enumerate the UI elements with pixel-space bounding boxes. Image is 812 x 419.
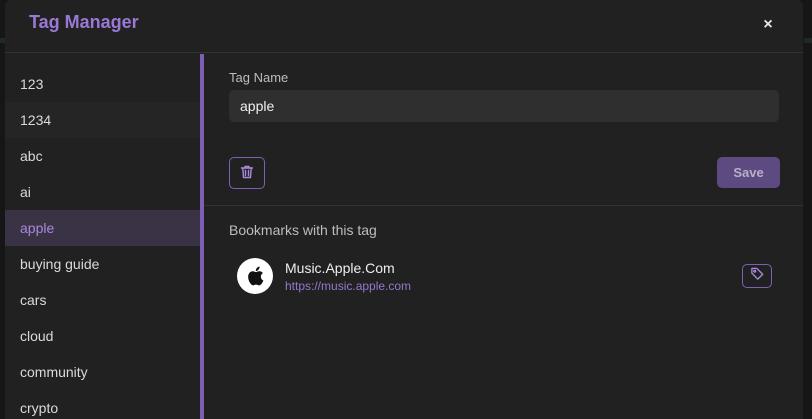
bookmark-item[interactable]: Music.Apple.Com https://music.apple.com <box>229 252 779 300</box>
backdrop-edge <box>804 38 812 43</box>
tag-list-item[interactable]: cars <box>5 282 200 318</box>
tag-list-item[interactable]: cloud <box>5 318 200 354</box>
tag-icon <box>750 266 765 286</box>
apple-logo-icon <box>237 258 273 294</box>
bookmarks-section-title: Bookmarks with this tag <box>229 222 377 238</box>
tag-editor-panel: Tag Name Save Bookmarks with this tag <box>204 54 803 419</box>
tag-list-item[interactable]: abc <box>5 138 200 174</box>
edit-bookmark-tags-button[interactable] <box>742 264 772 288</box>
tag-list: 123 1234 abc ai apple buying guide cars cloud co… <box>5 54 200 419</box>
section-divider <box>204 205 803 206</box>
bookmark-title[interactable]: Music.Apple.Com <box>285 260 395 276</box>
tag-list-item[interactable]: community <box>5 354 200 390</box>
modal-header: Tag Manager × <box>5 0 803 53</box>
tag-list-item[interactable]: 1234 <box>5 102 200 138</box>
save-button[interactable]: Save <box>717 157 780 188</box>
tag-name-label: Tag Name <box>229 70 289 85</box>
modal-title: Tag Manager <box>29 12 139 32</box>
tag-list-item[interactable]: 123 <box>5 66 200 102</box>
close-button[interactable]: × <box>757 14 779 36</box>
trash-icon <box>239 164 255 183</box>
tag-manager-modal: Tag Manager × 123 1234 abc ai apple buying gu… <box>5 0 803 419</box>
tag-name-input[interactable] <box>229 90 779 122</box>
bookmark-url[interactable]: https://music.apple.com <box>285 279 411 293</box>
tag-list-item[interactable]: crypto <box>5 390 200 419</box>
tag-list-item[interactable]: buying guide <box>5 246 200 282</box>
tag-list-item[interactable]: apple <box>5 210 200 246</box>
tag-sidebar: 123 1234 abc ai apple buying guide cars cloud co… <box>5 54 200 419</box>
delete-tag-button[interactable] <box>229 157 265 189</box>
tag-list-item[interactable]: ai <box>5 174 200 210</box>
